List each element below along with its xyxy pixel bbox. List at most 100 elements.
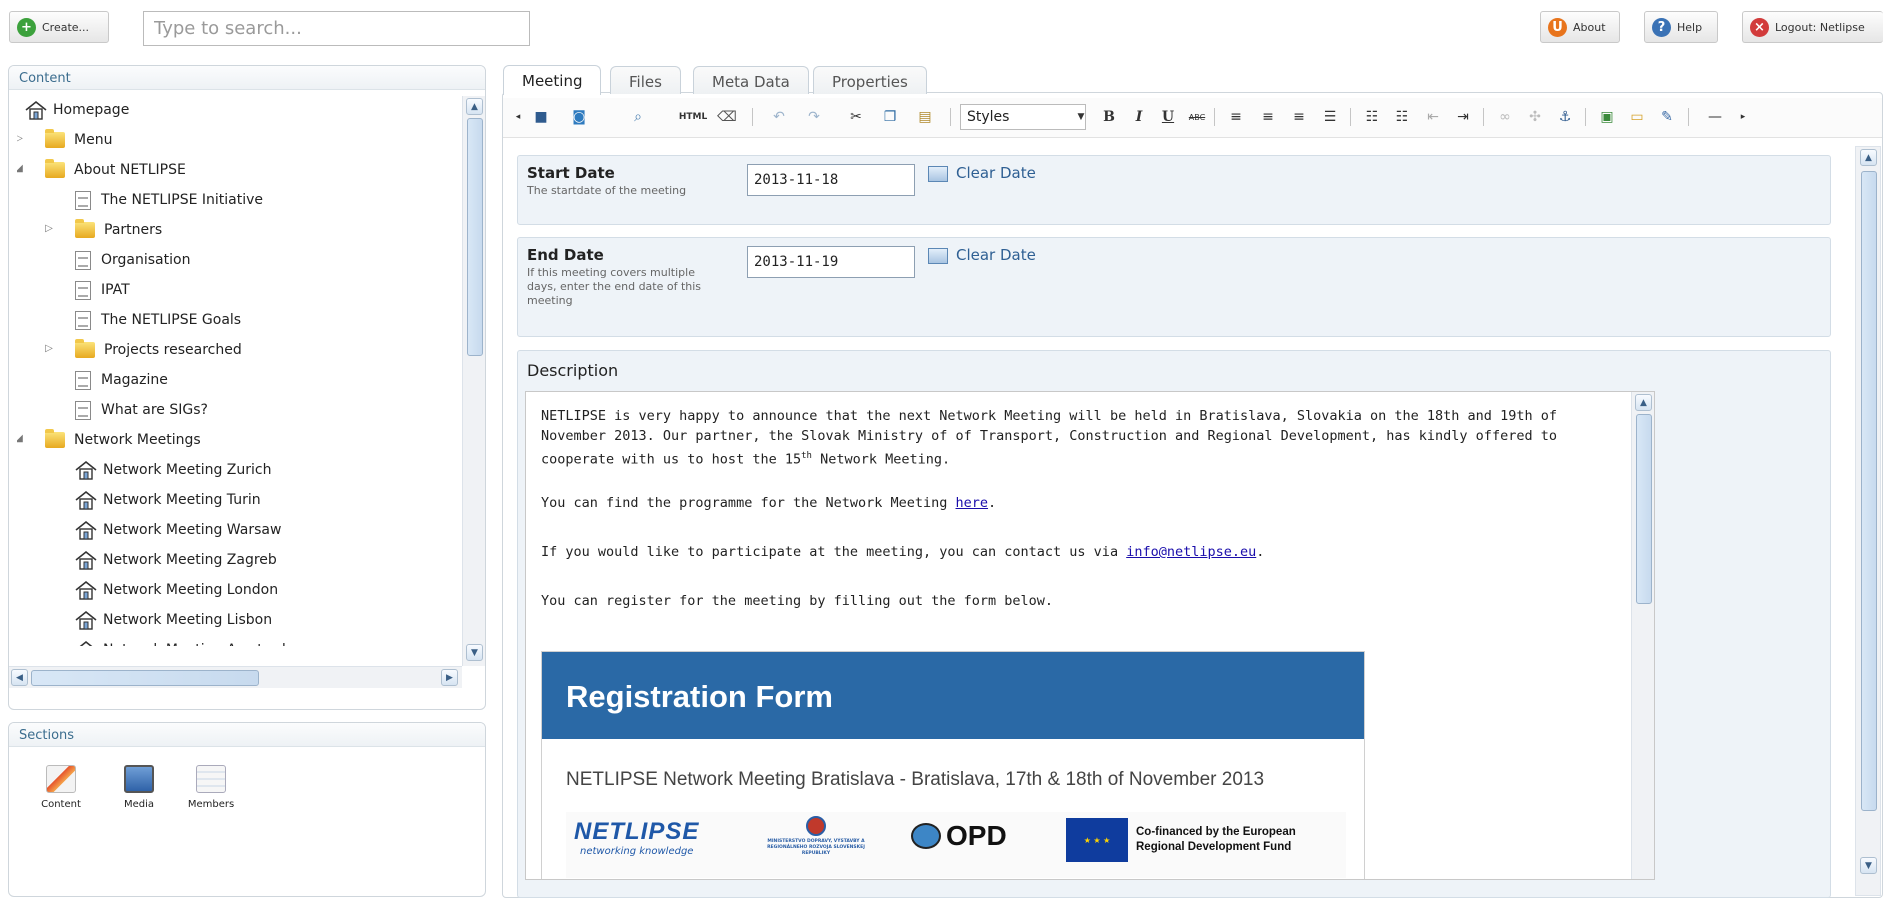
editor-scroll-up-icon[interactable]: ▲ (1635, 394, 1652, 411)
tree-node-label: Partners (104, 222, 163, 238)
rich-text-editor[interactable]: NETLIPSE is very happy to announce that … (525, 391, 1655, 880)
tab-files[interactable]: Files (610, 66, 681, 94)
bullet-list-icon[interactable]: ☷ (1359, 104, 1385, 130)
expanded-arrow-icon[interactable]: ◢ (17, 163, 25, 174)
editor-scroll-thumb[interactable] (1636, 414, 1652, 604)
preview-icon[interactable]: ⌕ (625, 104, 651, 130)
save-publish-icon[interactable]: ◙ (566, 104, 592, 130)
horizontal-rule-icon[interactable]: — (1702, 104, 1728, 130)
search-input[interactable] (143, 11, 530, 46)
unlink-icon[interactable]: ✣ (1522, 104, 1548, 130)
save-icon[interactable]: ■ (528, 104, 554, 130)
arrow-right-icon[interactable]: ▸ (1730, 104, 1756, 130)
tree-node[interactable]: Menu (45, 128, 112, 152)
help-button[interactable]: ? Help (1644, 11, 1718, 43)
scroll-right-icon[interactable]: ▶ (441, 669, 458, 686)
create-button[interactable]: + Create... (9, 11, 109, 43)
chevron-down-icon[interactable]: ▼ (1068, 104, 1094, 130)
start-date-field[interactable] (747, 164, 915, 196)
registration-form-image: Registration Form NETLIPSE Network Meeti… (541, 651, 1365, 879)
indent-icon[interactable]: ⇥ (1450, 104, 1476, 130)
tree-vertical-scrollbar[interactable]: ▲ ▼ (462, 96, 485, 666)
tree-node[interactable]: Partners (75, 218, 162, 242)
bold-icon[interactable]: B (1096, 104, 1122, 130)
undo-icon[interactable]: ↶ (766, 104, 792, 130)
italic-icon[interactable]: I (1126, 104, 1152, 130)
tree-node[interactable]: Organisation (75, 248, 190, 272)
tree-node[interactable]: Homepage (25, 98, 129, 122)
scroll-left-icon[interactable]: ◀ (11, 669, 28, 686)
editor-vertical-scrollbar[interactable]: ▲ (1631, 392, 1654, 879)
insert-macro-icon[interactable]: ✎ (1654, 104, 1680, 130)
redo-icon[interactable]: ↷ (801, 104, 827, 130)
strikethrough-icon[interactable]: ABC (1184, 104, 1210, 130)
help-icon: ? (1652, 17, 1671, 37)
tree-scroll-thumb[interactable] (467, 118, 483, 356)
editor-paragraph-2: You can find the programme for the Netwo… (541, 495, 997, 511)
main-scroll-up-icon[interactable]: ▲ (1860, 149, 1877, 166)
tree-node[interactable]: The NETLIPSE Initiative (75, 188, 263, 212)
collapsed-arrow-icon[interactable]: ▷ (43, 223, 55, 234)
paste-icon[interactable]: ▤ (912, 104, 938, 130)
tree-node[interactable]: The NETLIPSE Goals (75, 308, 241, 332)
tree-node[interactable]: Network Meeting Warsaw (75, 518, 281, 542)
editor-paragraph-1: NETLIPSE is very happy to announce that … (541, 408, 1557, 468)
collapsed-arrow-icon[interactable]: ▷ (43, 343, 55, 354)
link-icon[interactable]: ∞ (1492, 104, 1518, 130)
tree-node[interactable]: Network Meeting Turin (75, 488, 261, 512)
start-clear-date-link[interactable]: Clear Date (956, 164, 1036, 182)
align-center-icon[interactable]: ≡ (1255, 104, 1281, 130)
toolbar-separator (1483, 108, 1484, 126)
anchor-icon[interactable]: ⚓ (1552, 104, 1578, 130)
tree-node[interactable]: Projects researched (75, 338, 242, 362)
editor-paragraph-4: You can register for the meeting by fill… (541, 593, 1054, 609)
calendar-icon[interactable] (928, 248, 948, 264)
numbered-list-icon[interactable]: ☷ (1389, 104, 1415, 130)
expanded-arrow-icon[interactable]: ◢ (17, 433, 25, 444)
programme-link[interactable]: here (956, 495, 989, 511)
scroll-down-icon[interactable]: ▼ (466, 644, 483, 661)
section-content[interactable]: Content (31, 765, 91, 810)
email-link[interactable]: info@netlipse.eu (1126, 544, 1256, 560)
tree-node[interactable]: Network Meetings (45, 428, 201, 452)
justify-icon[interactable]: ☰ (1317, 104, 1343, 130)
align-right-icon[interactable]: ≡ (1286, 104, 1312, 130)
toolbar-separator (950, 108, 951, 126)
tree-node[interactable]: Network Meeting Zagreb (75, 548, 277, 572)
tree-horizontal-scrollbar[interactable]: ◀ ▶ (9, 666, 462, 688)
outdent-icon[interactable]: ⇤ (1420, 104, 1446, 130)
section-media[interactable]: Media (109, 765, 169, 810)
house-icon (75, 550, 97, 570)
main-vertical-scrollbar[interactable]: ▲ ▼ (1855, 146, 1881, 896)
end-date-field[interactable] (747, 246, 915, 278)
tree-hscroll-thumb[interactable] (31, 670, 259, 686)
tree-node[interactable]: What are SIGs? (75, 398, 208, 422)
section-members[interactable]: Members (181, 765, 241, 810)
tab-meeting[interactable]: Meeting (503, 65, 602, 95)
tree-node[interactable]: Network Meeting Amsterdam (75, 638, 308, 646)
tree-node[interactable]: Magazine (75, 368, 168, 392)
underline-icon[interactable]: U (1155, 104, 1181, 130)
tree-node[interactable]: IPAT (75, 278, 130, 302)
html-source-icon[interactable]: HTML (679, 104, 707, 130)
calendar-icon[interactable] (928, 166, 948, 182)
about-button[interactable]: U About (1540, 11, 1620, 43)
copy-icon[interactable]: ❐ (877, 104, 903, 130)
tree-node[interactable]: Network Meeting London (75, 578, 278, 602)
main-scroll-down-icon[interactable]: ▼ (1860, 857, 1877, 874)
tab-meta-data[interactable]: Meta Data (693, 66, 809, 94)
main-scroll-thumb[interactable] (1861, 171, 1877, 811)
end-clear-date-link[interactable]: Clear Date (956, 246, 1036, 264)
tree-node[interactable]: Network Meeting Lisbon (75, 608, 272, 632)
tab-properties[interactable]: Properties (813, 66, 927, 94)
insert-image-icon[interactable]: ▣ (1594, 104, 1620, 130)
clean-icon[interactable]: ⌫ (714, 104, 740, 130)
tree-node[interactable]: Network Meeting Zurich (75, 458, 271, 482)
scroll-up-icon[interactable]: ▲ (466, 98, 483, 115)
logout-button[interactable]: × Logout: Netlipse (1742, 11, 1883, 43)
collapsed-arrow-icon[interactable]: ▷ (17, 133, 25, 144)
tree-node[interactable]: About NETLIPSE (45, 158, 186, 182)
cut-icon[interactable]: ✂ (843, 104, 869, 130)
align-left-icon[interactable]: ≡ (1223, 104, 1249, 130)
insert-media-icon[interactable]: ▭ (1624, 104, 1650, 130)
